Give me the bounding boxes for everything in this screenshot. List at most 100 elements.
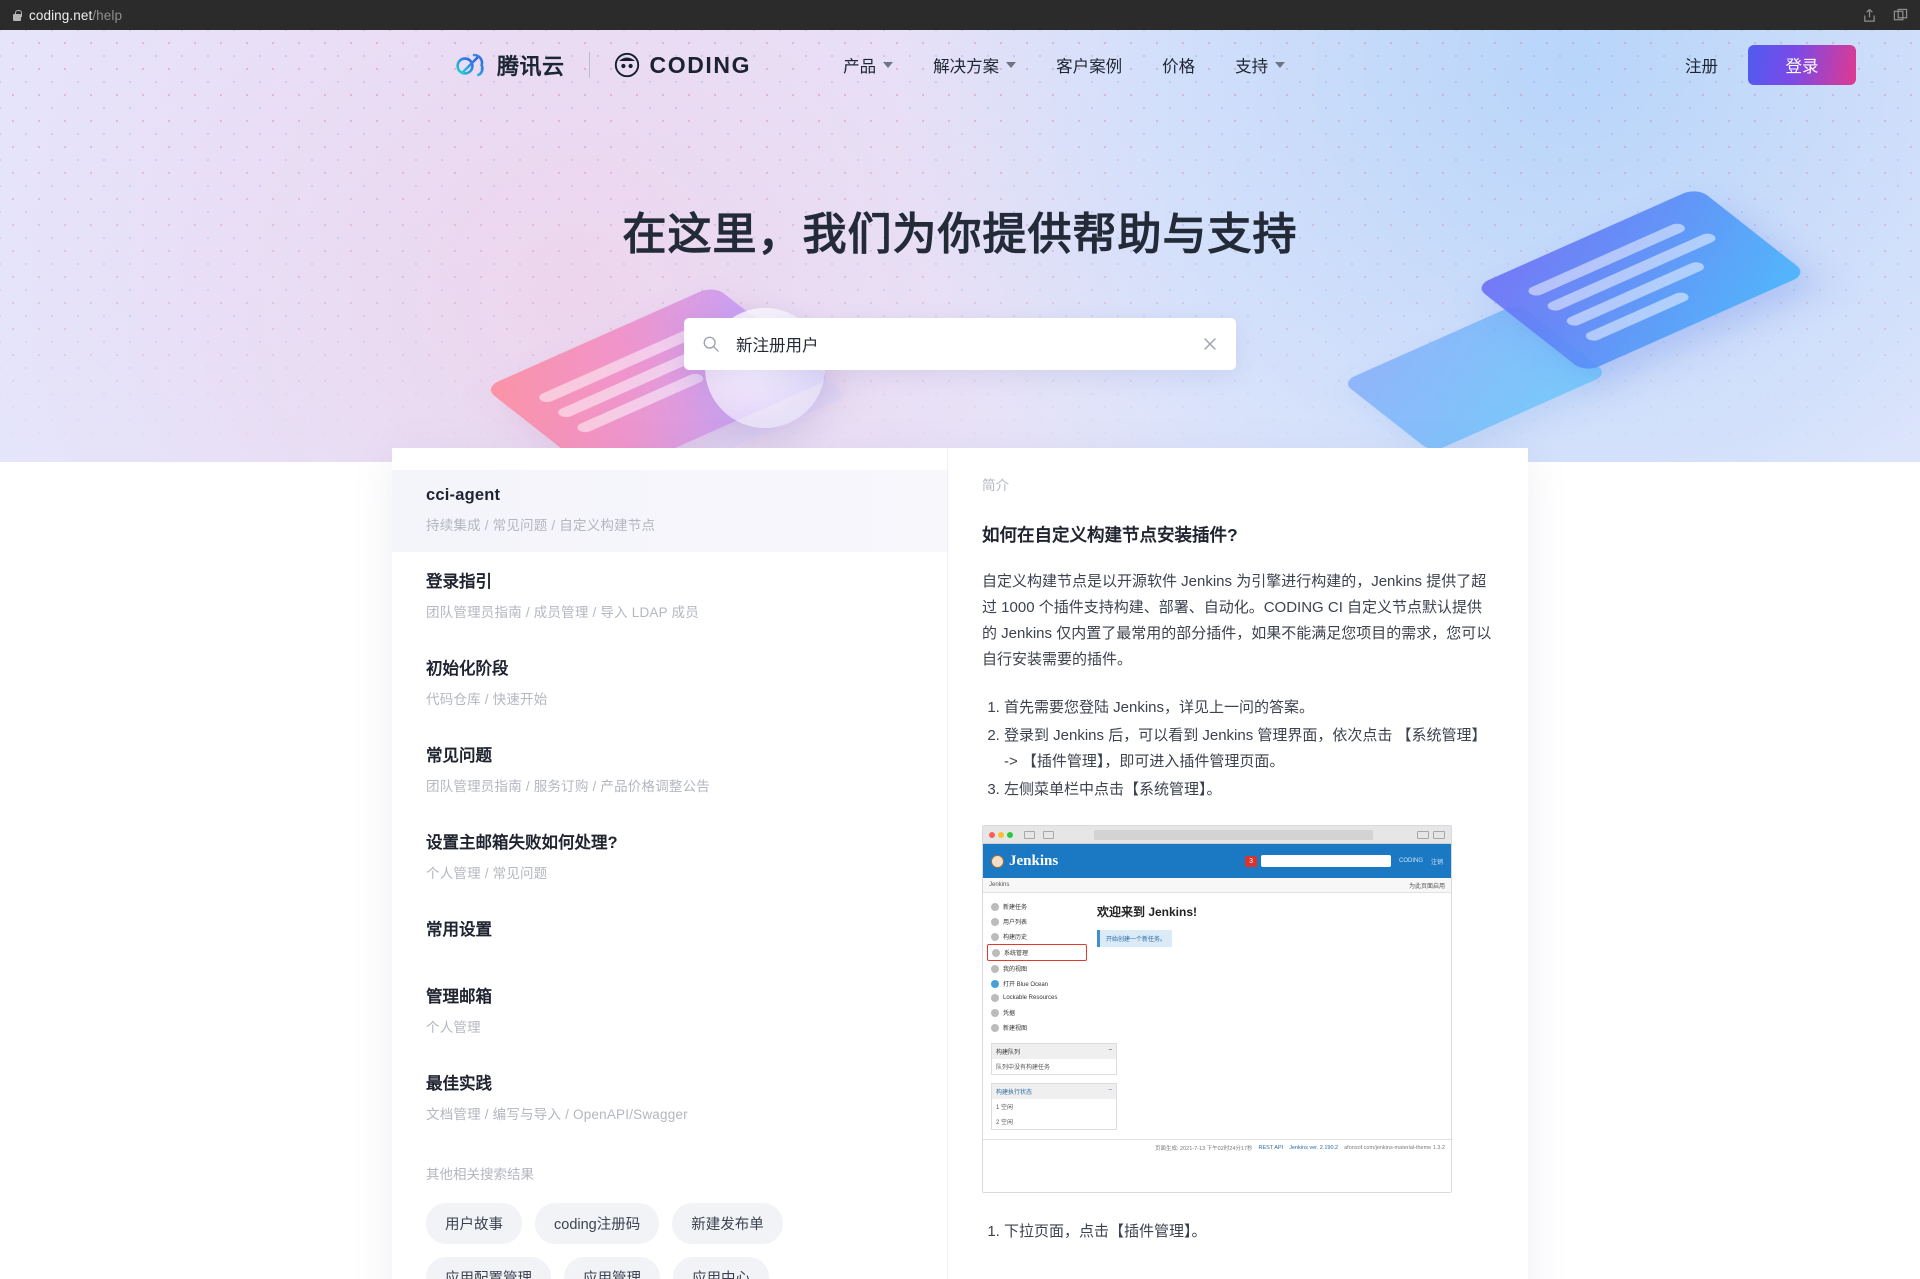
brand-group: 腾讯云 CODING [454,49,751,81]
tag-app-management[interactable]: 应用管理 [564,1257,660,1279]
coding-label: CODING [649,51,752,78]
results-column: cci-agent 持续集成 / 常见问题 / 自定义构建节点 登录指引 团队管… [392,448,948,1279]
users-icon [991,917,999,926]
result-title: 最佳实践 [426,1075,492,1093]
result-item-cci-agent[interactable]: cci-agent 持续集成 / 常见问题 / 自定义构建节点 [392,470,947,552]
tabs-icon[interactable] [1893,8,1908,23]
tencent-cloud-logo[interactable]: 腾讯云 [454,49,565,81]
tag-new-release[interactable]: 新建发布单 [672,1203,783,1244]
jenkins-executor-title: 构建执行状态 [996,1090,1033,1096]
jenkins-breadcrumb-right: 为此页面启用 [1408,883,1445,890]
jenkins-menu-label: 系统管理 [1004,951,1029,957]
result-item-best-practice[interactable]: 最佳实践 文档管理 / 编写与导入 / OpenAPI/Swagger [392,1054,947,1141]
gear-icon [992,948,1000,957]
search-box[interactable] [684,318,1236,370]
chevron-down-icon [1275,62,1286,68]
nav-item-cases[interactable]: 客户案例 [1056,53,1122,77]
url-pill[interactable]: coding.net/help [12,4,122,26]
screenshot-address-bar [1094,829,1373,840]
result-item-init-stage[interactable]: 初始化阶段 代码仓库 / 快速开始 [392,639,947,726]
jenkins-footer-version: Jenkins ver. 2.190.2 [1289,1144,1339,1151]
result-breadcrumb: 团队管理员指南 / 成员管理 / 导入 LDAP 成员 [426,605,699,620]
nav-links: 产品 解决方案 客户案例 价格 支持 [843,53,1286,77]
result-title: cci-agent [426,486,501,504]
tencent-cloud-label: 腾讯云 [497,54,565,79]
jenkins-menu-new-view: 新建视图 [987,1020,1087,1035]
register-button[interactable]: 注册 [1685,53,1718,77]
plus-icon [991,902,999,911]
jenkins-menu-my-views: 我的视图 [987,961,1087,976]
login-button[interactable]: 登录 [1748,45,1856,85]
article-steps-list: 首先需要您登陆 Jenkins，详见上一问的答案。 登录到 Jenkins 后，… [1004,695,1492,803]
jenkins-welcome-note: 开始创建一个新任务。 [1097,930,1173,947]
jenkins-breadcrumb: Jenkins [989,882,1010,888]
jenkins-menu-lockable-resources: Lockable Resources [987,991,1087,1005]
coding-logo[interactable]: CODING [614,52,752,79]
jenkins-menu-users: 用户列表 [987,914,1087,929]
result-breadcrumb: 代码仓库 / 快速开始 [426,692,548,707]
result-item-manage-email[interactable]: 管理邮箱 个人管理 [392,967,947,1054]
nav-item-solutions-label: 解决方案 [933,58,1000,76]
lock-resources-icon [991,994,999,1002]
result-item-login-guide[interactable]: 登录指引 团队管理员指南 / 成员管理 / 导入 LDAP 成员 [392,552,947,639]
share-icon[interactable] [1862,8,1877,23]
result-title: 登录指引 [426,573,492,591]
result-breadcrumb: 团队管理员指南 / 服务订购 / 产品价格调整公告 [426,779,711,794]
blue-ocean-icon [991,979,999,988]
brand-divider [588,52,590,78]
browser-toolbar-actions [1862,0,1908,30]
jenkins-menu-history: 构建历史 [987,929,1087,944]
search-input[interactable] [736,334,1202,354]
article-paragraph: 自定义构建节点是以开源软件 Jenkins 为引擎进行构建的，Jenkins 提… [982,573,1492,668]
nav-item-pricing[interactable]: 价格 [1162,53,1195,77]
jenkins-body: 新建任务 用户列表 构建历史 系统管理 我的视图 打开 Blue Ocean L… [983,893,1451,1139]
nav-item-solutions[interactable]: 解决方案 [933,53,1017,77]
browser-url-bar[interactable]: coding.net/help [0,0,1920,30]
tag-user-story[interactable]: 用户故事 [426,1203,522,1244]
search-area [0,318,1920,370]
screenshot-tabs-button [1433,830,1445,839]
chevron-down-icon [1006,62,1017,68]
article-step: 登录到 Jenkins 后，可以看到 Jenkins 管理界面，依次点击 【系统… [1004,723,1492,775]
tag-coding-register-code[interactable]: coding注册码 [535,1203,660,1244]
jenkins-app-name: Jenkins [1009,852,1059,869]
nav-item-products-label: 产品 [843,58,877,76]
jenkins-logout-link: 注销 [1430,859,1443,866]
jenkins-menu-label: 用户列表 [1003,920,1028,926]
result-title: 管理邮箱 [426,988,492,1006]
result-breadcrumb: 个人管理 [426,1020,481,1035]
result-title: 常用设置 [426,921,492,939]
url-domain: coding.net [29,7,93,23]
result-breadcrumb: 文档管理 / 编写与导入 / OpenAPI/Swagger [426,1107,688,1122]
jenkins-menu-label: 打开 Blue Ocean [1003,982,1049,988]
jenkins-sidebar: 新建任务 用户列表 构建历史 系统管理 我的视图 打开 Blue Ocean L… [983,893,1117,1139]
url-text: coding.net/help [29,8,122,23]
nav-item-products[interactable]: 产品 [843,53,894,77]
result-title: 设置主邮箱失败如何处理? [426,834,618,852]
result-item-faq[interactable]: 常见问题 团队管理员指南 / 服务订购 / 产品价格调整公告 [392,726,947,813]
hero-section: 腾讯云 CODING 产品 解决方案 客户案例 价格 支持 注册 登录 在这里，… [0,30,1920,462]
jenkins-mascot-icon [991,854,1004,868]
search-icon [703,336,719,352]
nav-item-pricing-label: 价格 [1162,58,1196,76]
close-icon[interactable] [1202,336,1218,352]
search-results-panel: cci-agent 持续集成 / 常见问题 / 自定义构建节点 登录指引 团队管… [392,448,1528,1279]
result-title: 初始化阶段 [426,660,509,678]
nav-item-support[interactable]: 支持 [1235,53,1286,77]
sidebar-toggle-control [1043,830,1054,839]
nav-item-cases-label: 客户案例 [1056,58,1123,76]
jenkins-menu-system-management: 系统管理 [987,944,1087,961]
notification-badge: 3 [1245,855,1257,867]
result-item-common-settings[interactable]: 常用设置 [392,900,947,967]
article-column: 简介 如何在自定义构建节点安装插件? 自定义构建节点是以开源软件 Jenkins… [948,448,1528,1279]
back-forward-control [1024,830,1035,839]
nav-account-actions: 注册 登录 [1685,45,1856,85]
tag-app-config-management[interactable]: 应用配置管理 [426,1257,551,1279]
jenkins-menu-label: 新建视图 [1003,1026,1028,1032]
tag-app-center[interactable]: 应用中心 [673,1257,769,1279]
screenshot-share-button [1417,830,1429,839]
clock-icon [991,932,999,941]
jenkins-build-queue-title: 构建队列 [996,1050,1021,1056]
jenkins-menu-label: 我的视图 [1003,967,1028,973]
result-item-primary-email-fail[interactable]: 设置主邮箱失败如何处理? 个人管理 / 常见问题 [392,813,947,900]
